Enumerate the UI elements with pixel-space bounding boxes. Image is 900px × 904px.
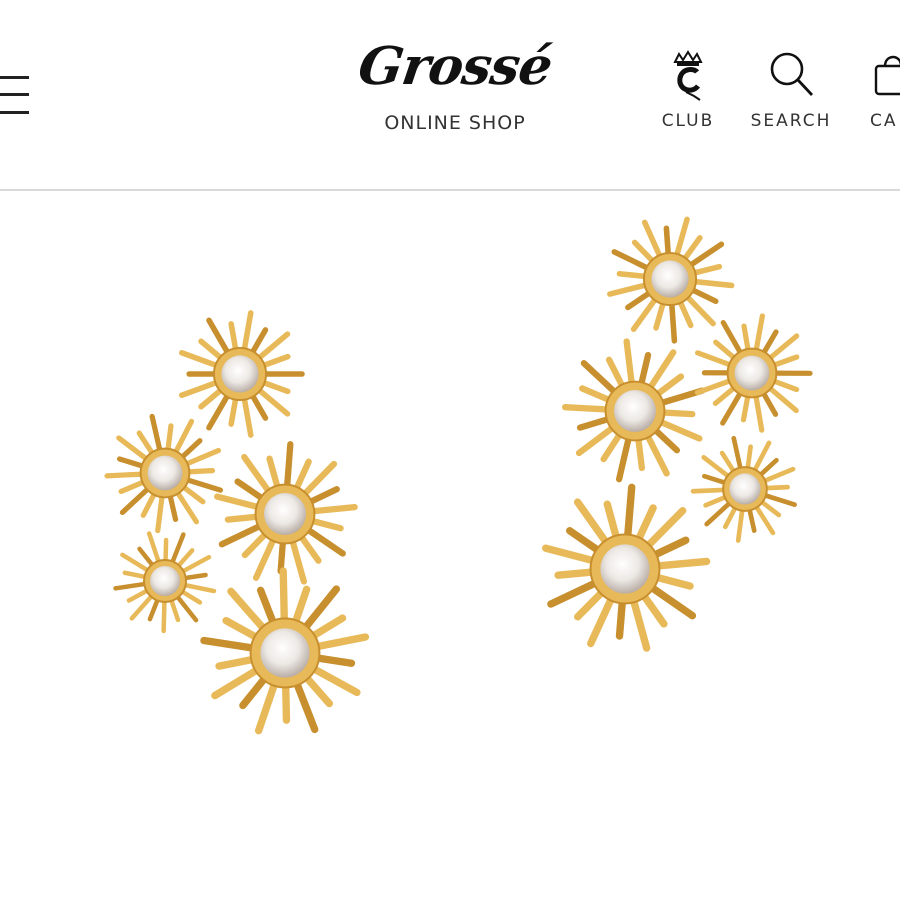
logo-subtitle: ONLINE SHOP <box>330 112 580 134</box>
brand-logo[interactable]: Grossé ONLINE SHOP <box>330 36 580 146</box>
product-image[interactable] <box>0 191 900 900</box>
earring-flower <box>116 534 214 631</box>
crystal-stone <box>260 628 309 677</box>
nav-club-label: CLUB <box>656 111 720 131</box>
earring-flower <box>217 444 354 581</box>
crystal-stone <box>221 355 258 392</box>
product-earrings-image <box>0 191 900 900</box>
crystal-stone <box>614 390 656 432</box>
logo-wordmark: Grossé <box>326 36 585 98</box>
earring-flower <box>204 571 365 731</box>
nav-club[interactable]: CLUB <box>656 50 720 140</box>
earring-flower <box>565 342 702 480</box>
crystal-stone <box>651 260 688 297</box>
site-header: Grossé ONLINE SHOP CLUB SEARCH CA <box>0 0 900 190</box>
nav-search[interactable]: SEARCH <box>748 50 834 140</box>
crystal-stone <box>600 544 649 593</box>
earring-flower <box>546 487 707 648</box>
menu-line <box>0 111 29 114</box>
menu-line <box>0 76 29 79</box>
earring-flower <box>697 316 810 430</box>
crystal-stone <box>148 456 183 491</box>
earring-flower <box>107 416 220 530</box>
menu-line <box>0 93 29 96</box>
nav-cart-label: CA <box>870 111 900 131</box>
earring-flower <box>182 313 302 435</box>
earring-flower <box>610 219 732 340</box>
crystal-stone <box>735 356 770 391</box>
crystal-stone <box>150 566 180 596</box>
earring-flower <box>693 438 795 540</box>
search-icon <box>768 50 814 98</box>
hamburger-menu-button[interactable] <box>0 74 30 116</box>
club-crown-icon <box>670 50 706 102</box>
nav-cart[interactable]: CA <box>866 50 900 140</box>
cart-bag-icon <box>874 50 900 98</box>
crystal-stone <box>264 493 306 535</box>
crystal-stone <box>729 473 760 504</box>
nav-search-label: SEARCH <box>748 111 834 131</box>
